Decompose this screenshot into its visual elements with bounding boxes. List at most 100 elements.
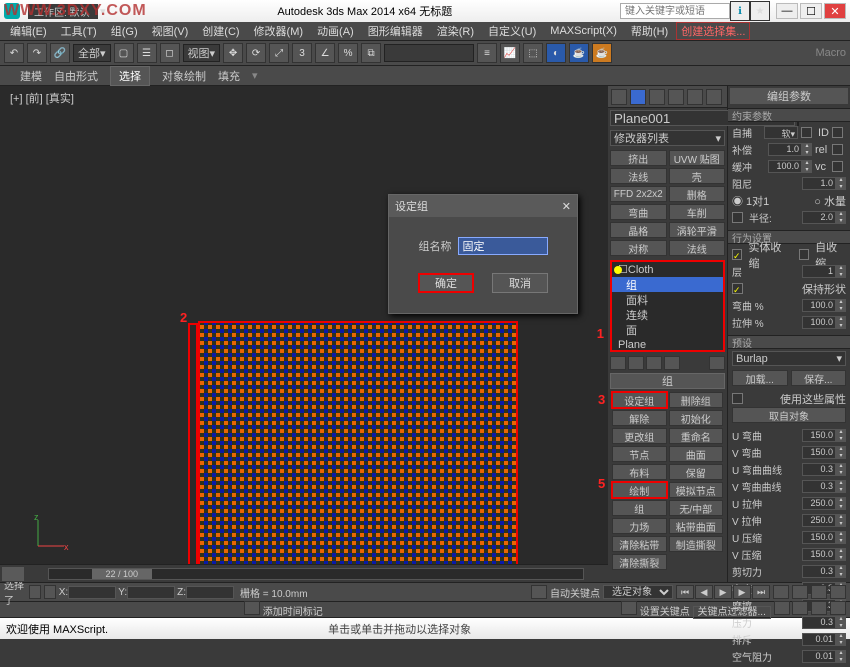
sp-rad[interactable]: 2.0▴▾ [802, 211, 846, 224]
group-name-input[interactable] [458, 237, 548, 255]
key-target-dropdown[interactable]: 选定对象 [603, 585, 673, 599]
autokey-label[interactable]: 自动关键点 [550, 585, 600, 600]
menu-tools[interactable]: 工具(T) [55, 23, 103, 39]
menu-maxscript[interactable]: MAXScript(X) [544, 25, 623, 37]
viewport-label[interactable]: [+] [前] [真实] [10, 90, 74, 106]
stack-face[interactable]: 面 [612, 322, 723, 337]
mod-ffd[interactable]: FFD 2x2x2 [610, 186, 667, 202]
menu-grapheditor[interactable]: 图形编辑器 [362, 23, 429, 39]
unique-icon[interactable] [646, 356, 662, 370]
chk-rad[interactable] [732, 212, 743, 223]
material-editor-icon[interactable]: ◐ [546, 43, 566, 63]
tab-hierarchy-icon[interactable] [649, 89, 665, 105]
param-spinner[interactable]: 150.0▴▾ [802, 429, 846, 442]
param-spinner[interactable]: 250.0▴▾ [802, 514, 846, 527]
render-setup-icon[interactable]: ☕ [569, 43, 589, 63]
curve-editor-icon[interactable]: 📈 [500, 43, 520, 63]
viewport[interactable]: [+] [前] [真实] 2 4 1 z x 22 / 100 设定组 ✕ [0, 86, 608, 582]
btn-clearstick[interactable]: 清除粘带 [612, 536, 667, 552]
named-selection-input[interactable] [384, 44, 474, 62]
tab-display-icon[interactable] [687, 89, 703, 105]
nav1-icon[interactable] [774, 601, 790, 615]
param-spinner[interactable]: 0.01▴▾ [802, 633, 846, 646]
coord-y[interactable] [127, 586, 175, 599]
chk-use[interactable] [732, 393, 743, 404]
ribbon-objpaint[interactable]: 对象绘制 [162, 68, 206, 84]
select-icon[interactable]: ▢ [114, 43, 134, 63]
mod-extrude[interactable]: 挤出 [610, 150, 667, 166]
menu-help[interactable]: 帮助(H) [625, 23, 674, 39]
param-spinner[interactable]: 150.0▴▾ [802, 531, 846, 544]
edit-params-header[interactable]: 编组参数 [730, 88, 848, 104]
modifier-list-dropdown[interactable]: 修改器列表▾ [610, 130, 725, 146]
menu-create[interactable]: 创建(C) [196, 23, 245, 39]
sp-comp[interactable]: 1.0▴▾ [768, 143, 812, 156]
time-slider[interactable]: 22 / 100 [0, 564, 608, 582]
ribbon-fill[interactable]: 填充 [218, 68, 240, 84]
lock-icon[interactable] [29, 585, 41, 599]
btn-setgroup[interactable]: 设定组 [612, 392, 667, 408]
next-frame-icon[interactable]: ▶ [733, 585, 751, 599]
keyfilter-button[interactable]: 关键点过滤器... [693, 606, 771, 619]
coord-z[interactable] [186, 586, 234, 599]
btn-load[interactable]: 加载... [732, 370, 788, 386]
btn-maketear[interactable]: 制造撕裂 [669, 536, 724, 552]
rollout-group[interactable]: 组 [610, 373, 725, 389]
percentsnap-icon[interactable]: % [338, 43, 358, 63]
move-icon[interactable]: ✥ [223, 43, 243, 63]
pin-stack-icon[interactable] [610, 356, 626, 370]
btn-delgroup[interactable]: 删除组 [669, 392, 724, 408]
btn-node[interactable]: 节点 [612, 446, 667, 462]
tab-create-icon[interactable] [611, 89, 627, 105]
param-spinner[interactable]: 0.3▴▾ [802, 463, 846, 476]
stack-cloth[interactable]: ☐ Cloth [612, 262, 723, 277]
chk-keepshape[interactable] [732, 283, 743, 294]
scale-icon[interactable]: ⤢ [269, 43, 289, 63]
nav2-icon[interactable] [792, 601, 808, 615]
param-spinner[interactable]: 150.0▴▾ [802, 446, 846, 459]
close-button[interactable]: ✕ [824, 3, 846, 19]
mod-shell[interactable]: 壳 [669, 168, 726, 184]
rotate-icon[interactable]: ⟳ [246, 43, 266, 63]
sp-damp[interactable]: 1.0▴▾ [802, 177, 846, 190]
btn-init[interactable]: 初始化 [669, 410, 724, 426]
goto-end-icon[interactable]: ⏭ [752, 585, 770, 599]
nav4-icon[interactable] [830, 601, 846, 615]
param-spinner[interactable]: 150.0▴▾ [802, 548, 846, 561]
ribbon-selection[interactable]: 选择 [110, 66, 150, 86]
chk-vc[interactable] [832, 161, 843, 172]
menu-view[interactable]: 视图(V) [146, 23, 195, 39]
stack-plane[interactable]: Plane [612, 337, 723, 352]
mod-turbosmooth[interactable]: 涡轮平滑 [669, 222, 726, 238]
stack-fabric[interactable]: 面料 [612, 292, 723, 307]
nav3-icon[interactable] [811, 601, 827, 615]
sp-bendpct[interactable]: 100.0▴▾ [802, 299, 846, 312]
time-slider-track[interactable]: 22 / 100 [48, 568, 584, 580]
btn-change[interactable]: 更改组 [612, 428, 667, 444]
btn-cleartear[interactable]: 清除撕裂 [612, 554, 667, 570]
mod-uvw[interactable]: UVW 贴图 [669, 150, 726, 166]
help-search-input[interactable] [620, 3, 730, 19]
mod-lattice2[interactable]: 晶格 [610, 222, 667, 238]
mod-normal2[interactable]: 法线 [669, 240, 726, 256]
transform-typein[interactable]: X: Y: Z: [59, 586, 234, 599]
minimize-button[interactable]: — [776, 3, 798, 19]
sec-preset[interactable]: 预设 [728, 335, 850, 349]
sp-layer[interactable]: 1▴▾ [802, 265, 846, 278]
param-spinner[interactable]: 0.3▴▾ [802, 480, 846, 493]
menu-render[interactable]: 渲染(R) [431, 23, 480, 39]
btn-surface[interactable]: 曲面 [669, 446, 724, 462]
zoom-icon[interactable] [792, 585, 808, 599]
maximize-button[interactable]: ☐ [800, 3, 822, 19]
play-icon[interactable]: ▶ [714, 585, 732, 599]
menu-edit[interactable]: 编辑(E) [4, 23, 53, 39]
tab-utilities-icon[interactable] [706, 89, 722, 105]
menu-group[interactable]: 组(G) [105, 23, 144, 39]
chk-self[interactable] [799, 249, 809, 260]
layers-icon[interactable]: ≡ [477, 43, 497, 63]
timeline-start-icon[interactable] [2, 567, 24, 581]
mod-lattice[interactable]: 删格 [669, 186, 726, 202]
mod-bend[interactable]: 弯曲 [610, 204, 667, 220]
viewport-nav-icon[interactable] [773, 585, 789, 599]
redo-icon[interactable]: ↷ [27, 43, 47, 63]
